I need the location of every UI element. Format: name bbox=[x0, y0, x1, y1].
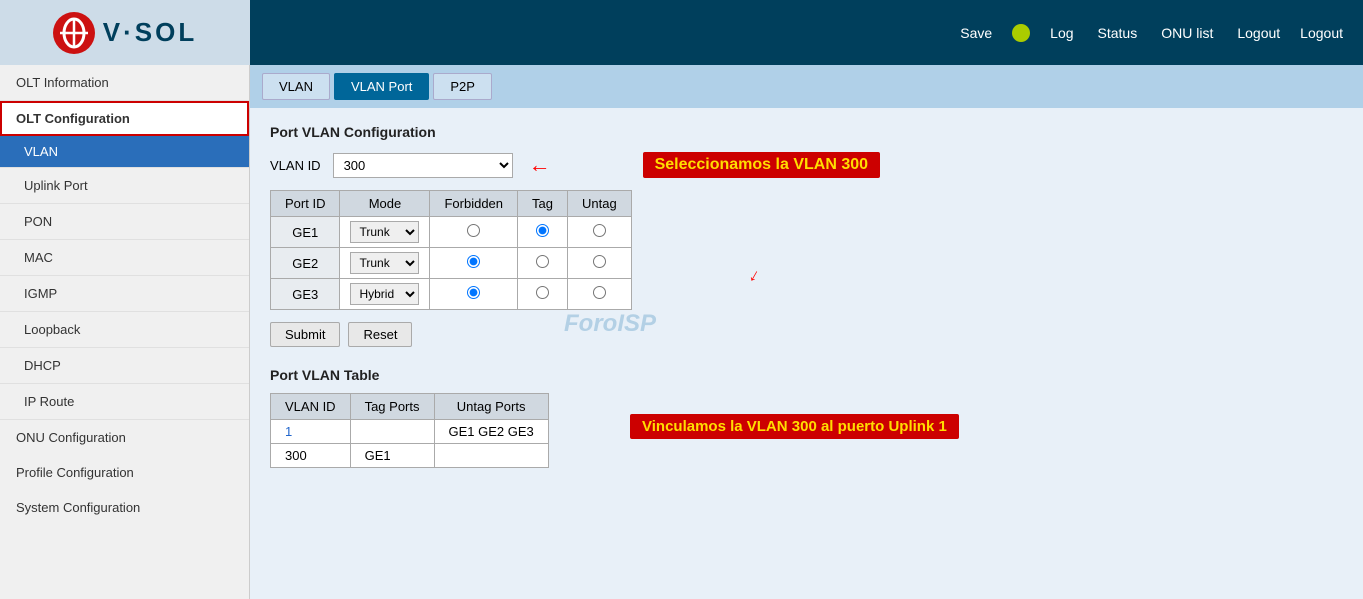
col-port-id: Port ID bbox=[271, 191, 340, 217]
port-table: Port ID Mode Forbidden Tag Untag GE1 bbox=[270, 190, 632, 310]
vlan-row1-id: 1 bbox=[271, 420, 351, 444]
sidebar: OLT Information OLT Configuration VLAN U… bbox=[0, 65, 250, 599]
port-table-wrapper: Port ID Mode Forbidden Tag Untag GE1 bbox=[270, 190, 1343, 310]
vlan-table-row: 300 GE1 bbox=[271, 444, 549, 468]
content-inner: Port VLAN Configuration VLAN ID 300 1 ← … bbox=[250, 108, 1363, 484]
reset-button[interactable]: Reset bbox=[348, 322, 412, 347]
tag-radio-ge1[interactable] bbox=[536, 224, 549, 237]
nav-status[interactable]: Status bbox=[1098, 25, 1138, 41]
vlan-id-label: VLAN ID bbox=[270, 158, 321, 173]
forbidden-radio-ge3[interactable] bbox=[467, 286, 480, 299]
mode-select-ge1[interactable]: TrunkHybridAccess bbox=[350, 221, 419, 243]
vlan-col-tag: Tag Ports bbox=[350, 394, 434, 420]
table-row: GE1 TrunkHybridAccess bbox=[271, 217, 632, 248]
submit-button[interactable]: Submit bbox=[270, 322, 340, 347]
vlan-row2-untag bbox=[434, 444, 548, 468]
annotation-2: Vinculamos la VLAN 300 al puerto Uplink … bbox=[630, 414, 959, 439]
sidebar-item-ip-route[interactable]: IP Route bbox=[0, 384, 249, 420]
sidebar-item-onu-config[interactable]: ONU Configuration bbox=[0, 420, 249, 455]
vlan-row1-untag: GE1 GE2 GE3 bbox=[434, 420, 548, 444]
logo-text: V·SOL bbox=[103, 17, 197, 48]
forbidden-radio-ge1[interactable] bbox=[467, 224, 480, 237]
col-mode: Mode bbox=[340, 191, 430, 217]
sidebar-item-loopback[interactable]: Loopback bbox=[0, 312, 249, 348]
vlan-col-id: VLAN ID bbox=[271, 394, 351, 420]
sidebar-item-uplink-port[interactable]: Uplink Port bbox=[0, 168, 249, 204]
main-layout: OLT Information OLT Configuration VLAN U… bbox=[0, 65, 1363, 599]
col-forbidden: Forbidden bbox=[430, 191, 518, 217]
sidebar-item-vlan[interactable]: VLAN bbox=[0, 136, 249, 168]
header: V·SOL Save Log Status ONU list Logout Lo… bbox=[0, 0, 1363, 65]
tag-ge3[interactable] bbox=[518, 279, 568, 310]
port-id-ge2: GE2 bbox=[271, 248, 340, 279]
sidebar-item-igmp[interactable]: IGMP bbox=[0, 276, 249, 312]
untag-ge2[interactable] bbox=[567, 248, 631, 279]
col-untag: Untag bbox=[567, 191, 631, 217]
tag-ge2[interactable] bbox=[518, 248, 568, 279]
tag-radio-ge3[interactable] bbox=[536, 286, 549, 299]
forbidden-ge1[interactable] bbox=[430, 217, 518, 248]
status-dot bbox=[1012, 24, 1030, 42]
vlan-data-table: VLAN ID Tag Ports Untag Ports 1 GE1 GE2 … bbox=[270, 393, 549, 468]
annotation-1: Seleccionamos la VLAN 300 bbox=[643, 152, 880, 178]
content-relative: Port VLAN Configuration VLAN ID 300 1 ← … bbox=[270, 124, 1343, 468]
nav-logout[interactable]: Logout bbox=[1237, 25, 1280, 41]
vlan-id-select[interactable]: 300 1 bbox=[333, 153, 513, 178]
vlan-row1-tag bbox=[350, 420, 434, 444]
port-id-ge1: GE1 bbox=[271, 217, 340, 248]
vlan-table-title: Port VLAN Table bbox=[270, 367, 1343, 383]
section-title: Port VLAN Configuration bbox=[270, 124, 1343, 140]
vlan-col-untag: Untag Ports bbox=[434, 394, 548, 420]
vlan-table-row: 1 GE1 GE2 GE3 bbox=[271, 420, 549, 444]
table-row: GE3 TrunkHybridAccess bbox=[271, 279, 632, 310]
header-right: Save Log Status ONU list Logout Logout bbox=[250, 24, 1363, 42]
mode-cell-ge3[interactable]: TrunkHybridAccess bbox=[340, 279, 430, 310]
untag-ge3[interactable] bbox=[567, 279, 631, 310]
tab-vlan-port[interactable]: VLAN Port bbox=[334, 73, 429, 100]
untag-radio-ge3[interactable] bbox=[593, 286, 606, 299]
save-label: Save bbox=[960, 25, 992, 41]
logo-icon bbox=[53, 12, 95, 54]
sidebar-item-mac[interactable]: MAC bbox=[0, 240, 249, 276]
port-id-ge3: GE3 bbox=[271, 279, 340, 310]
arrow-ge2: ↓ bbox=[745, 264, 763, 287]
sidebar-item-pon[interactable]: PON bbox=[0, 204, 249, 240]
header-nav: Log Status ONU list Logout bbox=[1050, 25, 1280, 41]
tag-radio-ge2[interactable] bbox=[536, 255, 549, 268]
forbidden-ge3[interactable] bbox=[430, 279, 518, 310]
mode-cell-ge2[interactable]: TrunkHybridAccess bbox=[340, 248, 430, 279]
vlan-row2-id: 300 bbox=[271, 444, 351, 468]
tab-p2p[interactable]: P2P bbox=[433, 73, 492, 100]
logout-button[interactable]: Logout bbox=[1300, 25, 1343, 41]
btn-row: Submit Reset bbox=[270, 322, 1343, 347]
untag-ge1[interactable] bbox=[567, 217, 631, 248]
tab-bar: VLAN VLAN Port P2P bbox=[250, 65, 1363, 108]
tab-vlan[interactable]: VLAN bbox=[262, 73, 330, 100]
sidebar-item-profile-config[interactable]: Profile Configuration bbox=[0, 455, 249, 490]
forbidden-ge2[interactable] bbox=[430, 248, 518, 279]
table-row: GE2 TrunkHybridAccess bbox=[271, 248, 632, 279]
logo-area: V·SOL bbox=[0, 0, 250, 65]
sidebar-item-dhcp[interactable]: DHCP bbox=[0, 348, 249, 384]
col-tag: Tag bbox=[518, 191, 568, 217]
mode-cell-ge1[interactable]: TrunkHybridAccess bbox=[340, 217, 430, 248]
sidebar-item-system-config[interactable]: System Configuration bbox=[0, 490, 249, 525]
nav-onu-list[interactable]: ONU list bbox=[1161, 25, 1213, 41]
vlan-row2-tag: GE1 bbox=[350, 444, 434, 468]
mode-select-ge3[interactable]: TrunkHybridAccess bbox=[350, 283, 419, 305]
arrow-annotation: ← bbox=[529, 152, 551, 178]
tag-ge1[interactable] bbox=[518, 217, 568, 248]
nav-log[interactable]: Log bbox=[1050, 25, 1073, 41]
sidebar-item-olt-config[interactable]: OLT Configuration bbox=[0, 101, 249, 136]
sidebar-item-olt-info[interactable]: OLT Information bbox=[0, 65, 249, 101]
mode-select-ge2[interactable]: TrunkHybridAccess bbox=[350, 252, 419, 274]
untag-radio-ge2[interactable] bbox=[593, 255, 606, 268]
untag-radio-ge1[interactable] bbox=[593, 224, 606, 237]
content-area: VLAN VLAN Port P2P Port VLAN Configurati… bbox=[250, 65, 1363, 599]
vlan-id-row: VLAN ID 300 1 ← Seleccionamos la VLAN 30… bbox=[270, 152, 1343, 178]
forbidden-radio-ge2[interactable] bbox=[467, 255, 480, 268]
